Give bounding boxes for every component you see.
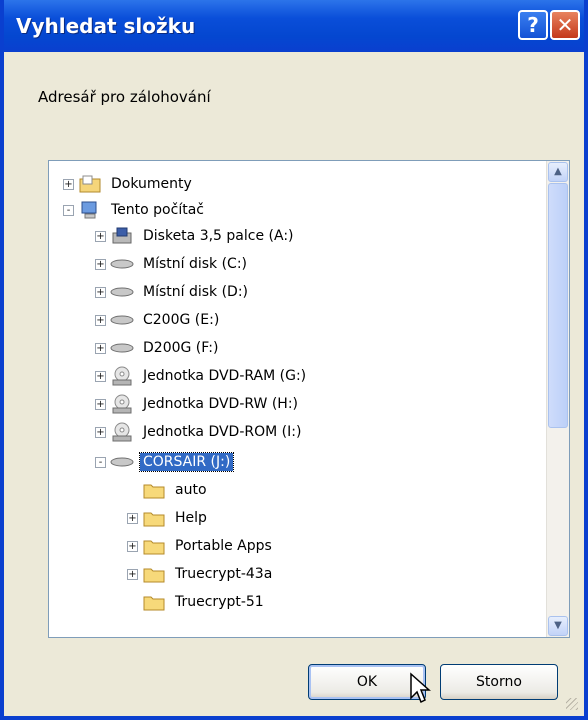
tree-item[interactable]: auto xyxy=(127,477,210,503)
expand-toggle[interactable]: + xyxy=(127,568,138,580)
expand-toggle[interactable]: + xyxy=(95,230,106,242)
removable-disk-icon xyxy=(110,452,134,472)
tree-item[interactable]: + Jednotka DVD-ROM (I:) xyxy=(95,419,304,445)
my-documents-icon xyxy=(78,174,102,194)
tree-item-label: Truecrypt-51 xyxy=(175,594,264,610)
collapse-toggle[interactable]: - xyxy=(95,456,106,468)
expand-toggle[interactable]: + xyxy=(95,258,106,270)
folder-icon xyxy=(142,508,166,528)
tree-item[interactable]: + Disketa 3,5 palce (A:) xyxy=(95,223,297,249)
hard-disk-icon xyxy=(110,254,134,274)
tree-item[interactable]: + Portable Apps xyxy=(127,533,275,559)
expand-toggle[interactable]: + xyxy=(127,540,138,552)
dialog-window: Vyhledat složku ? ✕ Adresář pro zálohová… xyxy=(0,0,588,720)
vertical-scrollbar[interactable]: ▲ ▼ xyxy=(546,161,569,637)
folder-icon xyxy=(142,480,166,500)
title-bar[interactable]: Vyhledat složku ? ✕ xyxy=(4,0,584,52)
tree-item-label: Truecrypt-43a xyxy=(175,566,273,582)
tree-item-label: Help xyxy=(175,510,207,526)
expand-toggle[interactable]: + xyxy=(95,370,106,382)
tree-item[interactable]: + Místní disk (D:) xyxy=(95,279,251,305)
close-icon: ✕ xyxy=(556,13,574,37)
tree-item-label: Tento počítač xyxy=(111,202,204,218)
tree-item[interactable]: + Truecrypt-43a xyxy=(127,561,275,587)
tree-item-label: Portable Apps xyxy=(175,538,272,554)
scroll-up-button[interactable]: ▲ xyxy=(548,162,568,182)
dvd-drive-icon xyxy=(110,366,134,386)
tree-item[interactable]: + D200G (F:) xyxy=(95,335,221,361)
expand-toggle[interactable]: + xyxy=(63,178,74,190)
tree-item-label: CORSAIR (J:) xyxy=(138,452,235,472)
folder-icon xyxy=(142,536,166,556)
tree-item-label: auto xyxy=(175,482,207,498)
tree-item-label: Disketa 3,5 palce (A:) xyxy=(143,228,294,244)
tree-item[interactable]: + Místní disk (C:) xyxy=(95,251,250,277)
window-title: Vyhledat složku xyxy=(16,14,196,38)
help-button[interactable]: ? xyxy=(518,10,548,40)
hard-disk-icon xyxy=(110,282,134,302)
tree-item-label: Dokumenty xyxy=(111,176,192,192)
tree-item[interactable]: - Tento počítač xyxy=(63,197,207,223)
computer-icon xyxy=(78,200,102,220)
collapse-toggle[interactable]: - xyxy=(63,204,74,216)
tree-item[interactable]: + Help xyxy=(127,505,210,531)
dvd-drive-icon xyxy=(110,394,134,414)
close-button[interactable]: ✕ xyxy=(550,10,580,40)
tree-item-selected[interactable]: - CORSAIR (J:) xyxy=(95,449,235,475)
hard-disk-icon xyxy=(110,338,134,358)
help-icon: ? xyxy=(527,13,539,37)
tree-item-label: Jednotka DVD-ROM (I:) xyxy=(143,424,302,440)
tree-item-label: Místní disk (C:) xyxy=(143,256,248,272)
resize-grip[interactable] xyxy=(566,698,578,710)
scroll-thumb[interactable] xyxy=(548,183,568,428)
expand-toggle[interactable]: + xyxy=(95,426,106,438)
mouse-pointer-icon xyxy=(410,672,431,704)
folder-tree[interactable]: + Dokumenty - Tento počítač + Disketa 3,… xyxy=(48,160,570,638)
expand-toggle[interactable]: + xyxy=(95,342,106,354)
expand-toggle[interactable]: + xyxy=(127,512,138,524)
expand-toggle[interactable]: + xyxy=(95,398,106,410)
folder-icon xyxy=(142,592,166,612)
tree-item[interactable]: + Jednotka DVD-RW (H:) xyxy=(95,391,301,417)
folder-icon xyxy=(142,564,166,584)
tree-item[interactable]: + C200G (E:) xyxy=(95,307,222,333)
chevron-up-icon: ▲ xyxy=(554,166,562,177)
dvd-drive-icon xyxy=(110,422,134,442)
tree-item-label: Místní disk (D:) xyxy=(143,284,249,300)
tree-item[interactable]: + Dokumenty xyxy=(63,171,195,197)
cancel-button[interactable]: Storno xyxy=(440,664,558,700)
floppy-drive-icon xyxy=(110,226,134,246)
tree-item-label: Jednotka DVD-RW (H:) xyxy=(143,396,299,412)
expand-toggle[interactable]: + xyxy=(95,314,106,326)
expand-toggle[interactable]: + xyxy=(95,286,106,298)
tree-item-label: Jednotka DVD-RAM (G:) xyxy=(143,368,307,384)
scroll-down-button[interactable]: ▼ xyxy=(548,616,568,636)
tree-item[interactable]: Truecrypt-51 xyxy=(127,589,267,615)
chevron-down-icon: ▼ xyxy=(554,620,562,631)
tree-item[interactable]: + Jednotka DVD-RAM (G:) xyxy=(95,363,309,389)
tree-item-label: C200G (E:) xyxy=(143,312,220,328)
hard-disk-icon xyxy=(110,310,134,330)
tree-item-label: D200G (F:) xyxy=(143,340,219,356)
dialog-prompt: Adresář pro zálohování xyxy=(38,88,211,106)
